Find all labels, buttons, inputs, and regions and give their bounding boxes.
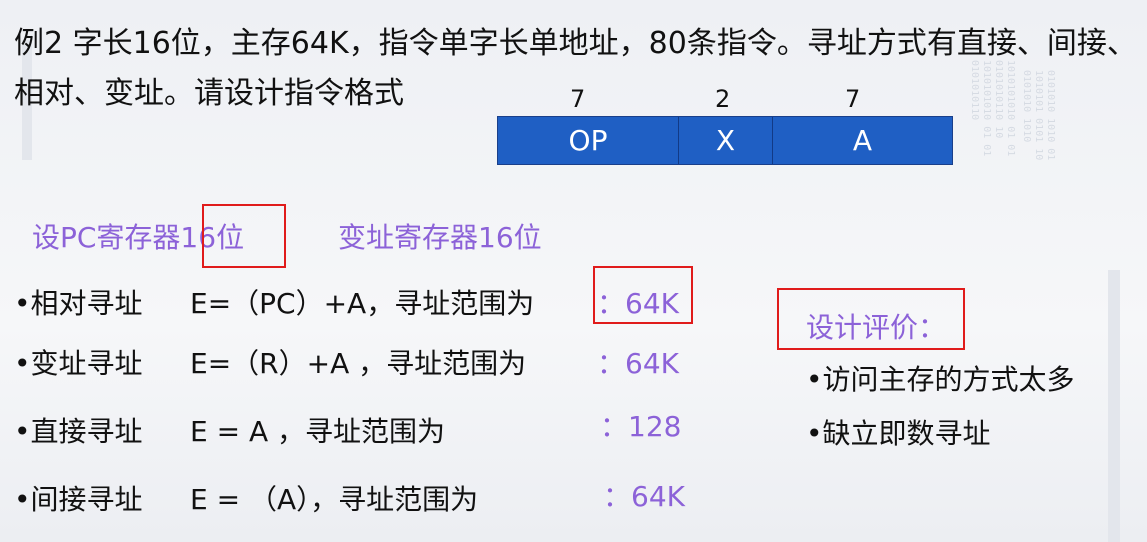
mode-name: 间接寻址 <box>30 483 143 516</box>
bit-width-a: 7 <box>845 85 861 113</box>
mode-name: 相对寻址 <box>30 287 143 320</box>
mode-range-indirect: ：64K <box>603 480 685 513</box>
mode-range-index: ：64K <box>597 347 679 380</box>
background-arrow-right <box>1108 270 1120 542</box>
problem-statement-line1: 例2 字长16位，主存64K，指令单字长单地址，80条指令。寻址方式有直接、间接… <box>14 26 1137 61</box>
evaluation-item-2: •缺立即数寻址 <box>806 417 991 450</box>
bullet: • <box>14 287 31 320</box>
index-register-text: 变址寄存器16位 <box>338 221 542 254</box>
mode-row-index: •变址寻址 <box>14 342 143 382</box>
problem-statement-line2: 相对、变址。请设计指令格式 <box>14 76 404 111</box>
mode-formula-index: E=（R）+A ，寻址范围为 <box>190 347 527 380</box>
highlight-box-16bit <box>202 204 286 268</box>
mode-formula-direct: E = A ，寻址范围为 <box>190 415 446 448</box>
bit-width-op: 7 <box>570 85 586 113</box>
mode-formula-relative: E=（PC）+A，寻址范围为 <box>190 287 535 320</box>
evaluation-item-1: •访问主存的方式太多 <box>806 363 1075 396</box>
field-op: OP <box>498 117 679 164</box>
bit-width-x: 2 <box>715 85 731 113</box>
background-binary-pattern: 1010101010 01 01 0101010110 10 101010101… <box>969 60 1016 157</box>
mode-name: 变址寻址 <box>30 347 143 380</box>
bullet: • <box>14 415 31 448</box>
mode-name: 直接寻址 <box>30 415 143 448</box>
highlight-box-evaluation <box>777 288 965 350</box>
bullet: • <box>14 347 31 380</box>
mode-formula-indirect: E = （A），寻址范围为 <box>190 483 479 516</box>
mode-row-indirect: •间接寻址 <box>14 478 143 518</box>
instruction-format-diagram: OP X A <box>497 116 953 165</box>
highlight-box-range <box>593 266 693 324</box>
mode-row-relative: •相对寻址 <box>14 282 143 322</box>
mode-range-direct: ：128 <box>600 410 682 443</box>
field-x: X <box>679 117 773 164</box>
field-a: A <box>773 117 952 164</box>
mode-row-direct: •直接寻址 <box>14 410 143 450</box>
bullet: • <box>14 483 31 516</box>
background-binary-pattern-2: 0101010 1010 01 1010101 0101 10 0101010 … <box>1021 70 1056 161</box>
